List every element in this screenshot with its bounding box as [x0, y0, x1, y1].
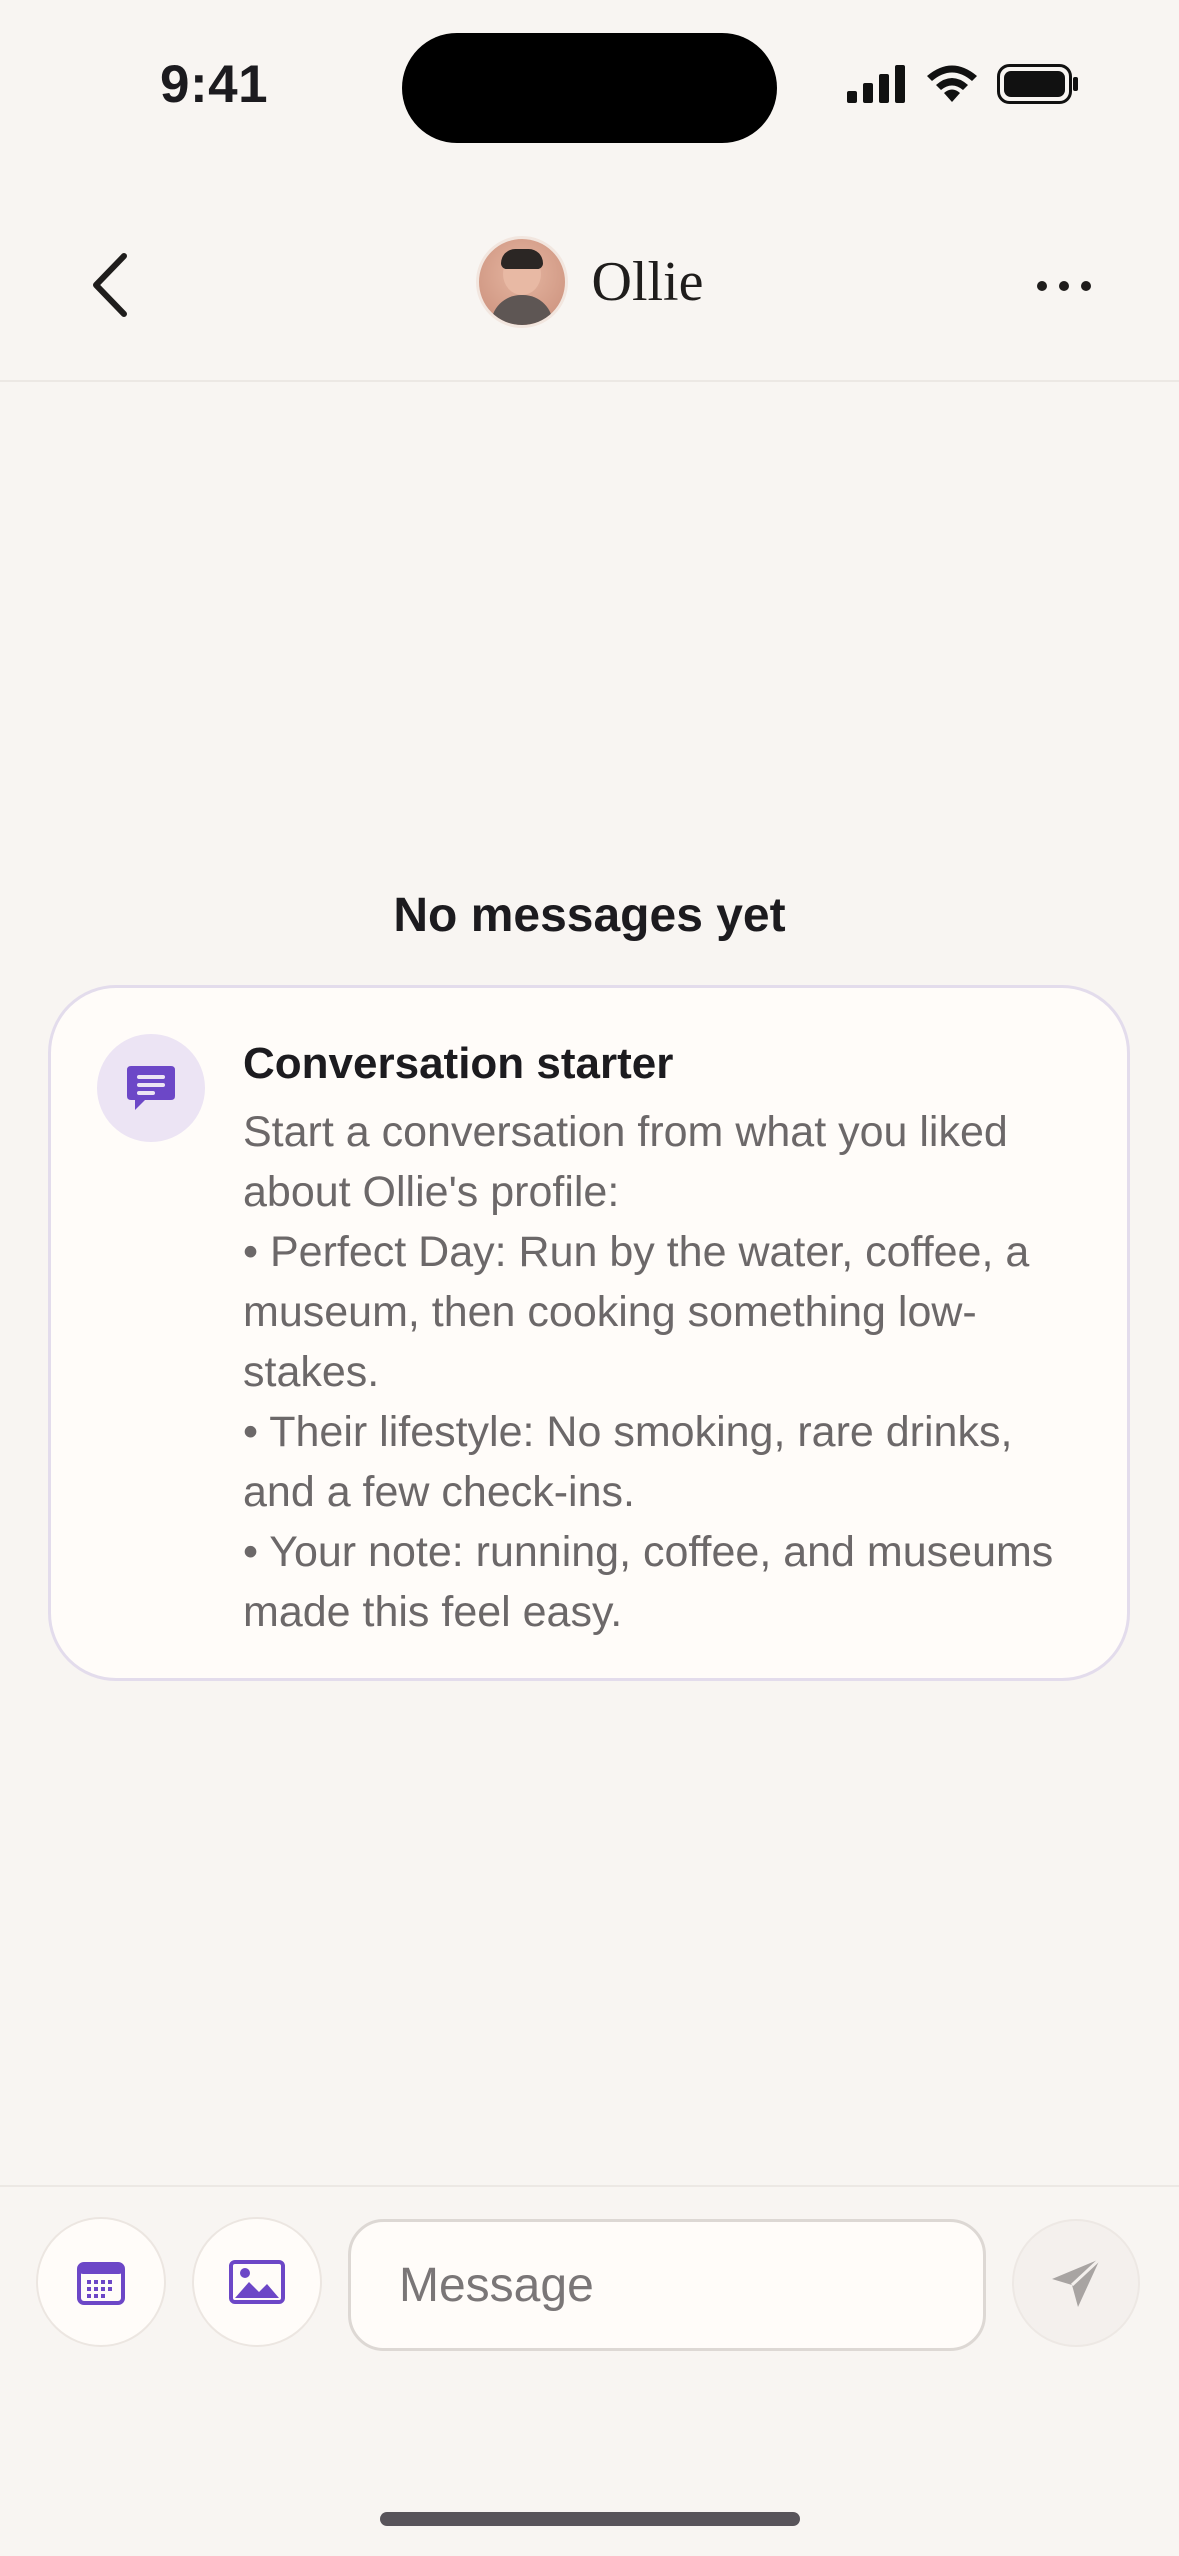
contact-title[interactable]: Ollie — [0, 236, 1179, 328]
conversation-starter-body: Start a conversation from what you liked… — [243, 1102, 1093, 1642]
conversation-starter-title: Conversation starter — [243, 1039, 674, 1088]
calendar-icon — [77, 2262, 125, 2305]
send-button[interactable] — [1012, 2219, 1140, 2347]
starter-line-perfect-day: • Perfect Day: Run by the water, coffee,… — [243, 1228, 1030, 1396]
wifi-icon — [927, 65, 977, 102]
starter-line-intro: Start a conversation from what you liked… — [243, 1108, 1008, 1216]
avatar — [475, 236, 568, 328]
battery-icon — [997, 64, 1078, 104]
status-icons — [847, 64, 1079, 104]
message-composer: Message — [0, 2185, 1179, 2387]
chat-bubble-icon — [127, 1066, 175, 1110]
status-time: 9:41 — [160, 55, 269, 114]
contact-name: Ollie — [591, 251, 704, 313]
starter-line-note: • Your note: running, coffee, and museum… — [243, 1528, 1054, 1636]
send-icon — [1052, 2257, 1102, 2307]
message-input[interactable]: Message — [348, 2219, 986, 2351]
status-bar: 9:41 — [0, 0, 1179, 170]
ellipsis-icon — [1037, 281, 1047, 291]
chat-header: Ollie — [0, 190, 1179, 382]
dynamic-island — [402, 33, 777, 143]
empty-state-title: No messages yet — [393, 889, 786, 942]
calendar-button[interactable] — [36, 2217, 166, 2347]
image-icon — [229, 2260, 285, 2304]
starter-line-lifestyle: • Their lifestyle: No smoking, rare drin… — [243, 1408, 1013, 1516]
conversation-starter-card: Conversation starter Start a conversatio… — [48, 985, 1130, 1681]
image-button[interactable] — [192, 2217, 322, 2347]
cellular-signal-icon — [847, 65, 905, 103]
more-options-button[interactable] — [1019, 264, 1109, 308]
conversation-starter-icon-circle — [97, 1034, 205, 1142]
home-indicator — [380, 2512, 800, 2526]
conversation-starter-text: Conversation starter Start a conversatio… — [243, 1034, 1093, 1642]
